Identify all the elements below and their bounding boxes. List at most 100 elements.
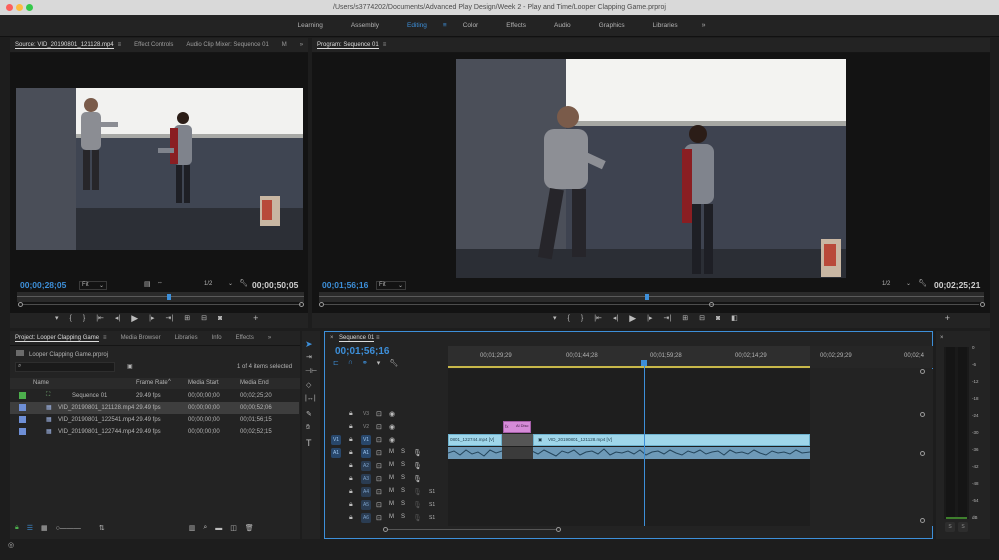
zoom-window-button[interactable] — [26, 4, 33, 11]
tab-effect-controls[interactable]: Effect Controls — [134, 42, 173, 48]
tab-source[interactable]: Source: VID_20190801_121128.mp4 — [15, 42, 114, 49]
vscroll-handle-top[interactable] — [920, 369, 925, 374]
eye-icon[interactable]: ◉ — [389, 410, 395, 418]
microphone-icon[interactable]: 🎙︎ — [413, 488, 422, 496]
program-zoom-select[interactable]: Fit ⌄ — [376, 281, 406, 290]
source-playhead[interactable] — [167, 294, 171, 300]
step-forward-icon[interactable]: |▸ — [647, 314, 652, 322]
wrench-icon[interactable]: 🔧︎ — [239, 279, 248, 287]
timeline-playhead-line[interactable] — [644, 366, 645, 526]
mute-button[interactable]: M — [389, 462, 394, 468]
column-media-end[interactable]: Media End — [240, 380, 269, 386]
project-search-input[interactable]: ⌕ — [15, 362, 115, 372]
close-panel-icon[interactable]: × — [940, 335, 944, 341]
solo-button[interactable]: S — [401, 462, 405, 468]
source-patch-a1[interactable]: A1 — [331, 448, 341, 458]
hand-tool-icon[interactable]: ✋︎ — [306, 424, 310, 432]
tab-effects[interactable]: Effects — [236, 335, 254, 341]
ripple-edit-tool-icon[interactable]: ⊣⊢ — [305, 367, 317, 375]
source-patch-v1[interactable]: V1 — [331, 435, 341, 445]
track-target-v2[interactable]: V2 — [361, 422, 371, 432]
mute-button[interactable]: M — [389, 488, 394, 494]
adjustment-clip-v2[interactable]: fx Al Disc — [503, 421, 531, 433]
step-forward-icon[interactable]: |▸ — [149, 314, 154, 322]
vscroll-handle-audio[interactable] — [920, 451, 925, 456]
selection-tool-icon[interactable]: ➤ — [305, 339, 313, 350]
razor-tool-icon[interactable]: ◇ — [306, 381, 311, 389]
column-media-start[interactable]: Media Start — [188, 380, 219, 386]
column-name[interactable]: Name — [33, 380, 49, 386]
microphone-icon[interactable]: 🎙︎ — [413, 514, 422, 522]
trash-icon[interactable]: 🗑︎ — [245, 524, 254, 532]
sync-lock-icon[interactable]: ⊡ — [376, 514, 382, 522]
track-target-a5[interactable]: A5 — [361, 500, 371, 510]
solo-button[interactable]: S — [401, 501, 405, 507]
sync-lock-icon[interactable]: ⊡ — [376, 423, 382, 431]
automate-to-sequence-icon[interactable]: ▥ — [189, 524, 196, 532]
video-clip-v1-left[interactable]: 0801_122744.mp4 [V] — [448, 434, 502, 446]
lock-track-icon[interactable]: 🔒︎ — [349, 501, 353, 509]
add-marker-icon[interactable]: ▾ — [553, 314, 557, 322]
zoom-handle-mid[interactable] — [709, 302, 714, 307]
tab-metadata[interactable]: M — [282, 42, 287, 48]
play-icon[interactable]: ▶ — [131, 313, 138, 324]
track-target-v1[interactable]: V1 — [361, 435, 371, 445]
program-zoom-scroll[interactable] — [317, 302, 986, 308]
workspace-editing[interactable]: Editing — [393, 22, 441, 29]
minimize-window-button[interactable] — [16, 4, 23, 11]
settings-list-icon[interactable]: ▤ — [144, 280, 151, 288]
vscroll-handle-mid[interactable] — [920, 412, 925, 417]
new-item-icon[interactable]: ◫ — [230, 524, 237, 532]
linked-selection-icon[interactable]: ⚭ — [362, 359, 368, 367]
track-select-tool-icon[interactable]: ⇥ — [306, 353, 312, 361]
solo-button[interactable]: S — [401, 475, 405, 481]
add-marker-icon[interactable]: ▾ — [377, 359, 381, 367]
lock-track-icon[interactable]: 🔒︎ — [349, 488, 353, 496]
close-window-button[interactable] — [6, 4, 13, 11]
panel-menu-icon[interactable]: ≡ — [376, 335, 380, 341]
project-row-clip-122541[interactable]: ▦ VID_20190801_122541.mp4 29.49 fps 00;0… — [10, 414, 299, 426]
track-target-a2[interactable]: A2 — [361, 461, 371, 471]
source-resolution-select[interactable]: 1/2 — [204, 281, 212, 287]
step-back-icon[interactable]: ◂| — [115, 314, 120, 322]
comparison-view-icon[interactable]: ◧ — [731, 314, 738, 322]
timeline-playhead-timecode[interactable]: 00;01;56;16 — [335, 346, 389, 357]
export-frame-icon[interactable]: ◙ — [716, 315, 720, 322]
solo-left-button[interactable]: S — [945, 522, 955, 532]
find-icon[interactable]: ⌕ — [203, 524, 207, 532]
workspace-learning[interactable]: Learning — [284, 22, 337, 29]
panel-more-icon[interactable]: » — [268, 335, 271, 341]
source-playhead-timecode[interactable]: 00;00;28;05 — [20, 280, 66, 290]
workspace-menu-icon[interactable]: ≡ — [441, 22, 449, 29]
zoom-handle-right[interactable] — [299, 302, 304, 307]
lock-track-icon[interactable]: 🔒︎ — [349, 449, 353, 457]
tab-audio-clip-mixer[interactable]: Audio Clip Mixer: Sequence 01 — [186, 42, 268, 48]
tab-libraries[interactable]: Libraries — [175, 335, 198, 341]
list-view-icon[interactable]: ☰ — [27, 524, 33, 532]
wrench-icon[interactable]: 🔧︎ — [389, 359, 398, 367]
project-row-clip-122744[interactable]: ▦ VID_20190801_122744.mp4 29.49 fps 00;0… — [10, 426, 299, 438]
tab-program[interactable]: Program: Sequence 01 — [317, 42, 379, 49]
new-bin-icon[interactable]: ▬ — [215, 525, 222, 532]
wrench-icon[interactable]: 🔧︎ — [918, 279, 927, 287]
solo-button[interactable]: S — [401, 449, 405, 455]
mute-button[interactable]: M — [389, 449, 394, 455]
nest-icon[interactable]: ⊏ — [333, 359, 339, 367]
lock-track-icon[interactable]: 🔒︎ — [349, 436, 353, 444]
sync-lock-icon[interactable]: ⊡ — [376, 488, 382, 496]
play-icon[interactable]: ▶ — [629, 313, 636, 324]
microphone-icon[interactable]: 🎙︎ — [413, 475, 422, 483]
workspace-libraries[interactable]: Libraries — [639, 22, 692, 29]
panel-menu-icon[interactable]: ≡ — [383, 42, 387, 48]
workspace-assembly[interactable]: Assembly — [337, 22, 393, 29]
track-target-a4[interactable]: A4 — [361, 487, 371, 497]
panel-more-icon[interactable]: » — [300, 42, 303, 48]
sort-ascending-icon[interactable]: ^ — [168, 379, 171, 385]
extract-icon[interactable]: ⊟ — [699, 314, 705, 322]
program-playhead-timecode[interactable]: 00;01;56;16 — [322, 280, 368, 290]
tab-info[interactable]: Info — [212, 335, 222, 341]
source-zoom-select[interactable]: Fit ⌄ — [79, 281, 107, 290]
workspace-audio[interactable]: Audio — [540, 22, 585, 29]
lift-icon[interactable]: ⊞ — [682, 314, 688, 322]
hscroll-handle-right[interactable] — [556, 527, 561, 532]
